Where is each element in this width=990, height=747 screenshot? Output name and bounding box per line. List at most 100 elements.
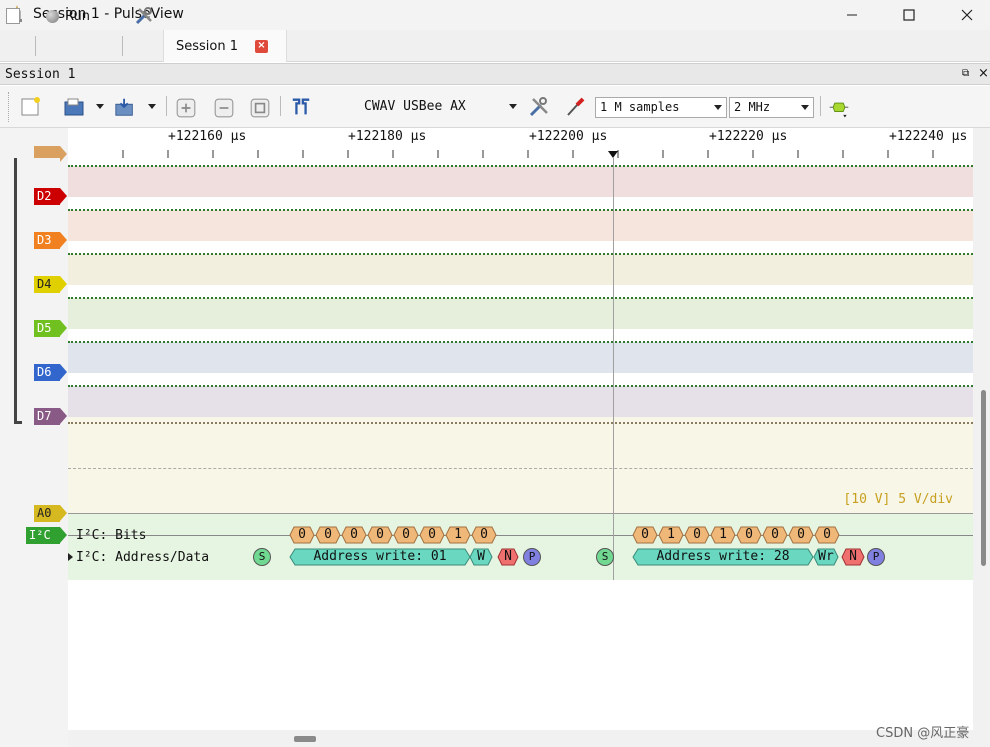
run-button[interactable]: Run <box>46 5 90 27</box>
i2c-bit-cell[interactable]: 1 <box>445 526 471 544</box>
decoder-row-address-label: I²C: Address/Data <box>76 550 210 565</box>
i2c-bit-cell[interactable]: 0 <box>471 526 497 544</box>
i2c-bit-cell[interactable]: 0 <box>632 526 658 544</box>
channel-d2-label[interactable]: D2 <box>34 188 67 205</box>
horizontal-scroll-thumb[interactable] <box>294 736 316 742</box>
ruler-tick-label: +122200 µs <box>529 129 608 144</box>
zoom-out-icon[interactable] <box>213 97 235 119</box>
maximize-icon <box>903 9 915 21</box>
maximize-button[interactable] <box>886 0 932 30</box>
i2c-stop-marker[interactable]: P <box>523 548 541 566</box>
tab-session-1[interactable]: Session 1 × <box>163 30 287 62</box>
cursor-marker-icon[interactable] <box>608 151 618 158</box>
i2c-bit-cell[interactable]: 0 <box>419 526 445 544</box>
sample-count-value: 1 M samples <box>600 100 680 114</box>
add-decoder-icon[interactable] <box>828 98 850 120</box>
device-config-icon[interactable] <box>528 96 550 118</box>
samplerate-value: 2 MHz <box>734 100 771 114</box>
minimize-button[interactable] <box>829 0 875 30</box>
bit-value: 0 <box>693 527 701 542</box>
close-icon <box>961 9 973 21</box>
i2c-bit-cell[interactable]: 0 <box>289 526 315 544</box>
chevron-down-icon <box>714 105 722 110</box>
decoder-row-bits-label: I²C: Bits <box>76 528 147 543</box>
d2-trace <box>68 209 973 211</box>
open-file-icon[interactable] <box>63 96 85 118</box>
ruler-tick-label: +122160 µs <box>168 129 247 144</box>
i2c-rw-annotation[interactable]: W <box>469 548 493 566</box>
channel-a0-label[interactable]: A0 <box>34 505 67 522</box>
i2c-bit-cell[interactable]: 0 <box>684 526 710 544</box>
trace-view[interactable]: [10 V] 5 V/div <box>68 158 973 580</box>
expand-row-icon[interactable] <box>68 553 73 561</box>
i2c-bit-cell[interactable]: 0 <box>762 526 788 544</box>
annotation-text: W <box>477 549 485 564</box>
i2c-bit-cell[interactable]: 0 <box>736 526 762 544</box>
sample-count-select[interactable]: 1 M samples <box>595 97 727 118</box>
bit-value: 0 <box>402 527 410 542</box>
tabbar-divider <box>35 36 36 56</box>
session-tab-bar <box>0 30 990 62</box>
bit-value: 0 <box>797 527 805 542</box>
channel-group-bracket[interactable] <box>14 158 22 424</box>
i2c-bit-cell[interactable]: 0 <box>341 526 367 544</box>
annotation-text: N <box>504 549 512 564</box>
i2c-rw-annotation[interactable]: Wr <box>813 548 839 566</box>
new-view-icon[interactable] <box>20 96 42 118</box>
i2c-start-marker[interactable]: S <box>596 548 614 566</box>
channel-d6-label[interactable]: D6 <box>34 364 67 381</box>
i2c-stop-marker[interactable]: P <box>867 548 885 566</box>
time-cursor-line[interactable] <box>613 158 614 580</box>
annotation-text: Wr <box>818 549 834 564</box>
d4-trace <box>68 297 973 299</box>
close-tab-icon[interactable]: × <box>255 40 268 53</box>
bit-value: 0 <box>641 527 649 542</box>
channel-d5-label[interactable]: D5 <box>34 320 67 337</box>
d3-trace <box>68 253 973 255</box>
i2c-bit-cell[interactable]: 0 <box>814 526 840 544</box>
i2c-address-annotation[interactable]: Address write: 28 <box>632 548 814 566</box>
i2c-bit-cell[interactable]: 0 <box>788 526 814 544</box>
channel-d4-label[interactable]: D4 <box>34 276 67 293</box>
d1-trace-band <box>68 166 973 197</box>
channel-d1-label[interactable] <box>34 146 67 162</box>
save-file-icon[interactable] <box>114 96 136 118</box>
samplerate-select[interactable]: 2 MHz <box>729 97 814 118</box>
tabbar-divider <box>122 36 123 56</box>
i2c-start-marker[interactable]: S <box>253 548 271 566</box>
time-ruler[interactable]: +122160 µs +122180 µs +122200 µs +122220… <box>68 128 973 158</box>
i2c-bit-cell[interactable]: 0 <box>393 526 419 544</box>
decoder-i2c-label[interactable]: I²C <box>26 527 67 544</box>
new-session-icon[interactable] <box>6 8 20 24</box>
i2c-bit-cell[interactable]: 0 <box>367 526 393 544</box>
i2c-nack-annotation[interactable]: N <box>841 548 865 566</box>
cursor-pair-icon[interactable] <box>290 96 312 118</box>
a0-trace-band <box>68 417 973 513</box>
i2c-bit-cell[interactable]: 1 <box>710 526 736 544</box>
probe-icon[interactable] <box>564 96 586 118</box>
open-menu-arrow-icon[interactable] <box>96 104 104 109</box>
i2c-bit-cell[interactable]: 1 <box>658 526 684 544</box>
zoom-fit-icon[interactable] <box>249 97 271 119</box>
ruler-tick-label: +122220 µs <box>709 129 788 144</box>
save-menu-arrow-icon[interactable] <box>148 104 156 109</box>
device-dropdown-arrow-icon[interactable] <box>509 104 517 109</box>
i2c-nack-annotation[interactable]: N <box>497 548 519 566</box>
zoom-in-icon[interactable] <box>175 97 197 119</box>
close-dock-icon[interactable]: × <box>978 66 989 81</box>
vertical-scroll-thumb[interactable] <box>981 390 986 566</box>
d5-trace-band <box>68 342 973 373</box>
horizontal-scrollbar[interactable] <box>68 730 973 747</box>
i2c-address-annotation[interactable]: Address write: 01 <box>289 548 471 566</box>
device-selector[interactable]: CWAV USBee AX <box>364 99 466 114</box>
bit-value: 0 <box>324 527 332 542</box>
channel-d7-label[interactable]: D7 <box>34 408 67 425</box>
close-window-button[interactable] <box>944 0 990 30</box>
float-dock-icon[interactable]: ⧉ <box>962 68 969 79</box>
channel-d3-label[interactable]: D3 <box>34 232 67 249</box>
bit-value: 0 <box>823 527 831 542</box>
a0-bottom-line <box>68 513 973 514</box>
i2c-bit-cell[interactable]: 0 <box>315 526 341 544</box>
d6-trace <box>68 385 973 387</box>
settings-tools-icon[interactable] <box>134 6 154 26</box>
